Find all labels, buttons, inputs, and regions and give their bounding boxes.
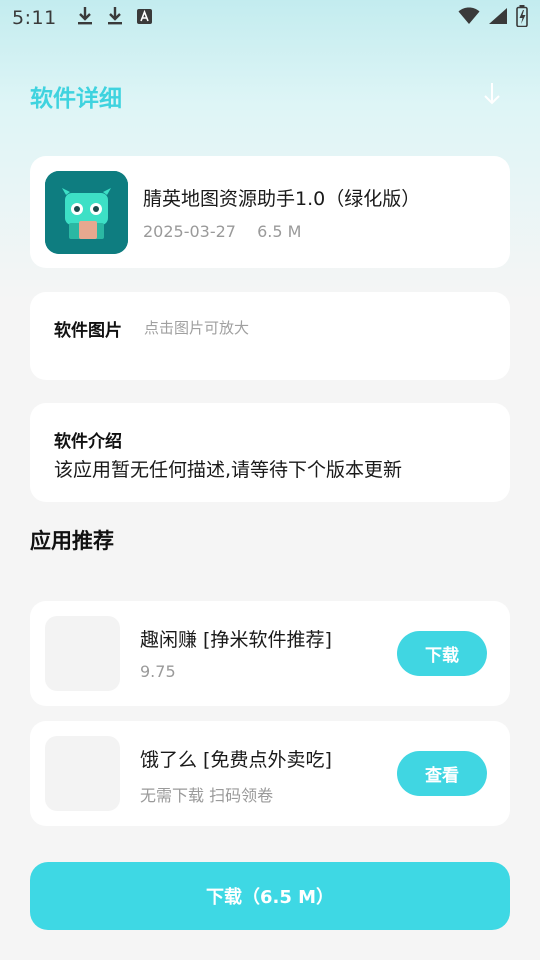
page-title: 软件详细 bbox=[30, 86, 122, 112]
a-icon bbox=[136, 7, 152, 29]
app-meta: 2025-03-27 6.5 M bbox=[143, 222, 301, 241]
view-button[interactable]: 查看 bbox=[397, 751, 487, 796]
wifi-icon bbox=[458, 7, 480, 30]
app-icon-placeholder bbox=[45, 736, 120, 811]
screenshots-hint: 点击图片可放大 bbox=[144, 319, 250, 337]
rec-app-subtitle: 9.75 bbox=[140, 662, 176, 681]
page-header: 软件详细 bbox=[30, 78, 510, 114]
download-arrow-icon[interactable] bbox=[482, 81, 502, 111]
intro-label: 软件介绍 bbox=[54, 432, 122, 452]
app-info-card: 腈英地图资源助手1.0（绿化版） 2025-03-27 6.5 M bbox=[30, 156, 510, 268]
battery-icon bbox=[516, 4, 528, 32]
status-time: 5:11 bbox=[12, 7, 57, 29]
download-icon bbox=[107, 6, 123, 31]
app-size: 6.5 M bbox=[257, 222, 302, 241]
rec-app-subtitle: 无需下载 扫码领卷 bbox=[140, 786, 274, 805]
main-download-button[interactable]: 下载（6.5 M） bbox=[30, 862, 510, 930]
list-item[interactable]: 趣闲赚 [挣米软件推荐] 9.75 下载 bbox=[30, 601, 510, 706]
app-date: 2025-03-27 bbox=[143, 222, 236, 241]
app-icon bbox=[45, 171, 128, 254]
rec-app-name: 趣闲赚 [挣米软件推荐] bbox=[140, 629, 332, 651]
status-bar: 5:11 bbox=[0, 0, 540, 36]
intro-description: 该应用暂无任何描述,请等待下个版本更新 bbox=[54, 459, 403, 481]
rec-app-name: 饿了么 [免费点外卖吃] bbox=[140, 749, 332, 771]
screenshots-label: 软件图片 bbox=[54, 321, 122, 341]
app-icon-placeholder bbox=[45, 616, 120, 691]
download-button[interactable]: 下载 bbox=[397, 631, 487, 676]
app-name: 腈英地图资源助手1.0（绿化版） bbox=[143, 188, 421, 210]
intro-card: 软件介绍 该应用暂无任何描述,请等待下个版本更新 bbox=[30, 403, 510, 502]
screenshots-card: 软件图片 点击图片可放大 bbox=[30, 292, 510, 380]
recommendations-title: 应用推荐 bbox=[30, 529, 114, 553]
list-item[interactable]: 饿了么 [免费点外卖吃] 无需下载 扫码领卷 查看 bbox=[30, 721, 510, 826]
signal-icon bbox=[488, 7, 508, 30]
download-icon bbox=[77, 6, 93, 31]
